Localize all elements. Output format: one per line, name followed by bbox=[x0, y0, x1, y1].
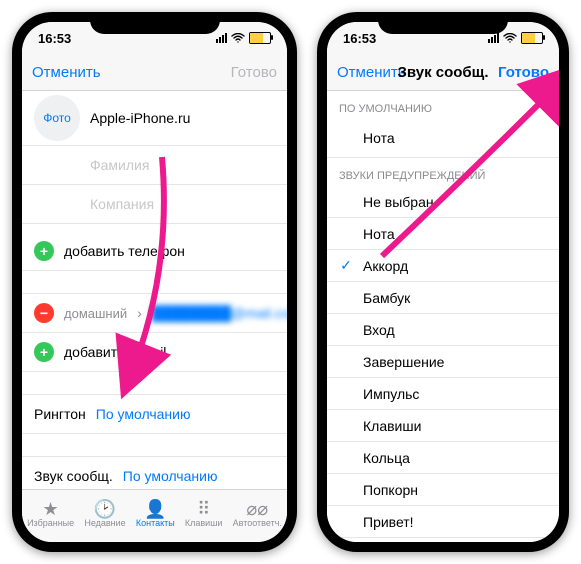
minus-icon: − bbox=[34, 303, 54, 323]
sound-label: Аккорд bbox=[363, 258, 408, 274]
tab-voicemail[interactable]: ⌀⌀Автоответч. bbox=[233, 500, 282, 528]
star-icon: ★ bbox=[43, 500, 59, 518]
status-time: 16:53 bbox=[38, 31, 71, 46]
add-phone-row[interactable]: + добавить телефон bbox=[22, 232, 287, 271]
wifi-icon bbox=[503, 31, 517, 46]
phone-left: 16:53 Отменить Готово Фото Apple-iPhone.… bbox=[12, 12, 297, 552]
notch bbox=[378, 12, 508, 34]
nav-bar: Отменить Готово bbox=[22, 54, 287, 91]
wifi-icon bbox=[231, 31, 245, 46]
done-button[interactable]: Готово bbox=[231, 64, 277, 81]
plus-icon: + bbox=[34, 342, 54, 362]
list-item[interactable]: Синтезатор bbox=[327, 538, 559, 542]
sound-list: ПО УМОЛЧАНИЮ Нота ЗВУКИ ПРЕДУПРЕЖДЕНИЙ Н… bbox=[327, 91, 559, 542]
cancel-button[interactable]: Отменить bbox=[32, 64, 101, 81]
sound-label: Завершение bbox=[363, 354, 444, 370]
list-item[interactable]: Импульс bbox=[327, 378, 559, 410]
list-item[interactable]: Кольца bbox=[327, 442, 559, 474]
email-row[interactable]: − домашний › ████████@mail.com bbox=[22, 294, 287, 333]
status-right bbox=[216, 31, 271, 46]
sound-label: Попкорн bbox=[363, 482, 418, 498]
battery-icon bbox=[249, 32, 271, 44]
sound-label: Не выбран bbox=[363, 194, 434, 210]
last-name-field[interactable]: Фамилия bbox=[90, 157, 149, 173]
list-item[interactable]: Попкорн bbox=[327, 474, 559, 506]
list-item[interactable]: Нота bbox=[327, 218, 559, 250]
ringtone-row[interactable]: Рингтон По умолчанию bbox=[22, 395, 287, 434]
section-alerts: ЗВУКИ ПРЕДУПРЕЖДЕНИЙ bbox=[327, 158, 559, 186]
check-icon: ✓ bbox=[339, 257, 353, 274]
voicemail-icon: ⌀⌀ bbox=[246, 500, 268, 518]
clock-icon: 🕑 bbox=[94, 500, 116, 518]
list-item[interactable]: Клавиши bbox=[327, 410, 559, 442]
notch bbox=[90, 12, 220, 34]
done-button[interactable]: Готово bbox=[498, 64, 549, 81]
photo-button[interactable]: Фото bbox=[34, 95, 80, 141]
phone-right: 16:53 Отменить Звук сообщ. Готово ПО УМО… bbox=[317, 12, 569, 552]
sound-label: Клавиши bbox=[363, 418, 421, 434]
add-email-row[interactable]: + добавить e-mail bbox=[22, 333, 287, 372]
list-item[interactable]: ✓ Аккорд bbox=[327, 250, 559, 282]
tab-recents[interactable]: 🕑Недавние bbox=[84, 500, 125, 528]
email-value: ████████@mail.com bbox=[152, 305, 287, 321]
list-item[interactable]: Не выбран bbox=[327, 186, 559, 218]
tab-contacts[interactable]: 👤Контакты bbox=[136, 500, 175, 528]
tab-favorites[interactable]: ★Избранные bbox=[27, 500, 74, 528]
list-item[interactable]: Вход bbox=[327, 314, 559, 346]
list-item[interactable]: Завершение bbox=[327, 346, 559, 378]
nav-bar: Отменить Звук сообщ. Готово bbox=[327, 54, 559, 91]
cancel-button[interactable]: Отменить bbox=[337, 64, 406, 81]
sound-label: Кольца bbox=[363, 450, 410, 466]
sound-label: Вход bbox=[363, 322, 395, 338]
company-field[interactable]: Компания bbox=[90, 196, 154, 212]
plus-icon: + bbox=[34, 241, 54, 261]
status-time: 16:53 bbox=[343, 31, 376, 46]
sound-label: Привет! bbox=[363, 514, 414, 530]
keypad-icon: ⠿ bbox=[197, 500, 210, 518]
edit-contact-form: Фото Apple-iPhone.ru Фамилия Компания + … bbox=[22, 91, 287, 495]
first-name-field[interactable]: Apple-iPhone.ru bbox=[90, 110, 190, 126]
sound-label: Импульс bbox=[363, 386, 419, 402]
list-item[interactable]: Привет! bbox=[327, 506, 559, 538]
tab-keypad[interactable]: ⠿Клавиши bbox=[185, 500, 223, 528]
list-item[interactable]: Бамбук bbox=[327, 282, 559, 314]
sound-label: Бамбук bbox=[363, 290, 410, 306]
signal-icon bbox=[216, 33, 227, 43]
screen-left: 16:53 Отменить Готово Фото Apple-iPhone.… bbox=[22, 22, 287, 542]
section-default: ПО УМОЛЧАНИЮ bbox=[327, 91, 559, 119]
signal-icon bbox=[488, 33, 499, 43]
list-item[interactable]: Нота bbox=[327, 119, 559, 158]
tab-bar: ★Избранные 🕑Недавние 👤Контакты ⠿Клавиши … bbox=[22, 489, 287, 542]
screen-right: 16:53 Отменить Звук сообщ. Готово ПО УМО… bbox=[327, 22, 559, 542]
sound-label: Нота bbox=[363, 226, 395, 242]
person-icon: 👤 bbox=[144, 500, 166, 518]
battery-icon bbox=[521, 32, 543, 44]
